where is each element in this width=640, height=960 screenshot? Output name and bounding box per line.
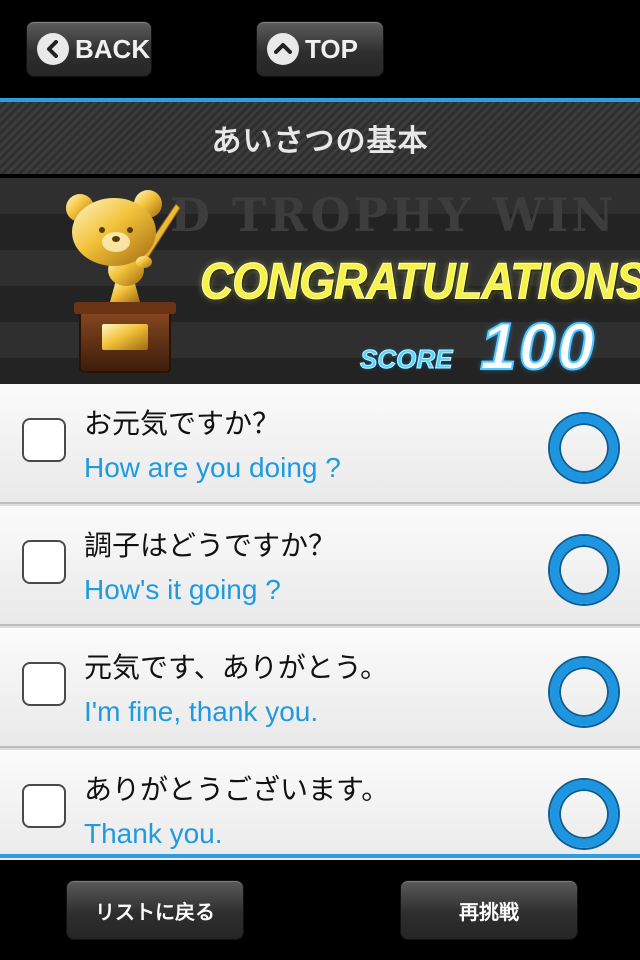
back-to-list-button[interactable]: リストに戻る [66, 880, 244, 940]
correct-circle-icon [550, 414, 618, 482]
japanese-phrase: 元気です、ありがとう。 [84, 651, 389, 684]
top-label: TOP [305, 33, 358, 64]
back-button[interactable]: BACK [26, 21, 152, 77]
phrase-list: お元気ですか？ How are you doing ? 調子はどうですか？ Ho… [0, 384, 640, 870]
score-value: 100 [479, 308, 597, 384]
top-nav-bar: BACK TOP [0, 0, 640, 98]
item-checkbox[interactable] [22, 784, 66, 828]
correct-circle-icon [550, 658, 618, 726]
correct-circle-icon [550, 780, 618, 848]
list-item[interactable]: 調子はどうですか？ How's it going ? [0, 506, 640, 626]
page-title: あいさつの基本 [211, 124, 429, 159]
congratulations-text: CONGRATULATIONS [200, 252, 640, 310]
chevron-up-icon [267, 33, 299, 65]
score-label: SCORE [359, 344, 453, 375]
chevron-left-icon [37, 33, 69, 65]
japanese-phrase: 調子はどうですか？ [84, 529, 337, 562]
lesson-title-bar: あいさつの基本 [0, 102, 640, 174]
english-translation: Thank you. [84, 818, 223, 849]
banner-background-text: D TROPHY WIN [170, 188, 617, 242]
list-item[interactable]: ありがとうございます。 Thank you. [0, 750, 640, 870]
list-item[interactable]: 元気です、ありがとう。 I'm fine, thank you. [0, 628, 640, 748]
english-translation: How's it going ? [84, 574, 281, 605]
divider [0, 854, 640, 858]
top-button[interactable]: TOP [256, 21, 384, 77]
result-banner: D TROPHY WIN CONGRATULATIONS SCORE 100 [0, 178, 640, 384]
back-label: BACK [75, 33, 151, 64]
japanese-phrase: ありがとうございます。 [84, 773, 390, 806]
retry-button[interactable]: 再挑戦 [400, 880, 578, 940]
item-checkbox[interactable] [22, 418, 66, 462]
bottom-bar: リストに戻る 再挑戦 [0, 860, 640, 960]
item-checkbox[interactable] [22, 540, 66, 584]
gold-bear-trophy-icon [66, 190, 181, 373]
english-translation: How are you doing ? [84, 452, 341, 483]
english-translation: I'm fine, thank you. [84, 696, 319, 727]
list-item[interactable]: お元気ですか？ How are you doing ? [0, 384, 640, 504]
item-checkbox[interactable] [22, 662, 66, 706]
correct-circle-icon [550, 536, 618, 604]
japanese-phrase: お元気ですか？ [84, 407, 281, 440]
